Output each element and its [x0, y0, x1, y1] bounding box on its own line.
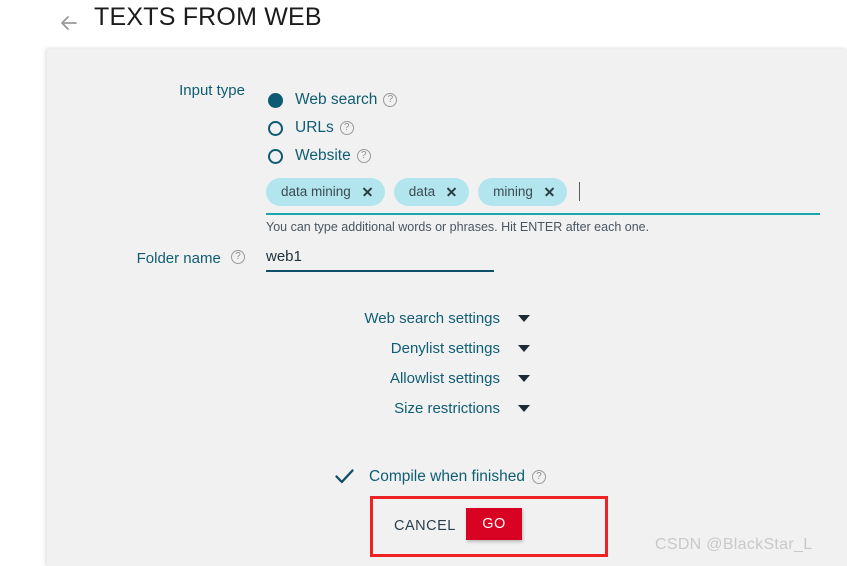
chevron-down-icon[interactable] [518, 374, 530, 382]
tags-hint-text: You can type additional words or phrases… [266, 219, 650, 234]
section-label: Denylist settings [390, 339, 500, 357]
radio-icon-selected [268, 92, 283, 108]
radio-icon-unselected [268, 120, 283, 136]
folder-name-input[interactable]: web1 [266, 246, 494, 272]
input-type-radio-group: Web search URLs Website [268, 86, 398, 170]
help-icon-web-search[interactable] [383, 93, 398, 107]
chevron-down-icon[interactable] [518, 344, 530, 352]
tag-chip-label: data mining [281, 184, 351, 199]
page-title: TEXTS FROM WEB [94, 3, 322, 31]
radio-label-website: Website [295, 147, 351, 164]
radio-label-web-search: Web search [295, 91, 378, 108]
app-header: TEXTS FROM WEB [0, 0, 847, 49]
radio-option-web-search[interactable]: Web search [268, 86, 398, 114]
tag-chip[interactable]: mining [478, 177, 567, 206]
tag-chip-label: mining [493, 184, 533, 199]
tag-chip[interactable]: data [393, 177, 470, 206]
settings-sections: Web search settings Denylist settings Al… [290, 303, 530, 423]
folder-input-underline [266, 270, 494, 272]
section-web-search-settings[interactable]: Web search settings [290, 303, 530, 333]
folder-name-label: Folder name [136, 250, 221, 267]
watermark-text: CSDN @BlackStar_L [655, 536, 813, 553]
folder-name-label-wrap: Folder name [120, 250, 245, 267]
help-icon-website[interactable] [356, 149, 371, 163]
checkmark-icon [334, 466, 355, 487]
help-icon-compile[interactable] [531, 469, 546, 484]
tags-input-underline [266, 213, 820, 215]
close-icon[interactable] [446, 186, 457, 197]
section-allowlist-settings[interactable]: Allowlist settings [290, 363, 530, 393]
search-terms-field[interactable]: data mining data mining You can type add… [266, 176, 820, 234]
tag-chip-list: data mining data mining [266, 176, 820, 207]
text-cursor [578, 182, 580, 201]
radio-label-urls: URLs [295, 119, 334, 136]
close-icon[interactable] [544, 186, 555, 197]
chevron-down-icon[interactable] [518, 314, 530, 322]
folder-name-value: web1 [266, 248, 302, 265]
tag-chip-label: data [408, 184, 436, 199]
radio-option-website[interactable]: Website [268, 142, 397, 170]
go-button[interactable]: GO [466, 508, 522, 540]
compile-when-finished-label: Compile when finished [369, 467, 525, 485]
section-label: Web search settings [364, 309, 500, 327]
tag-chip[interactable]: data mining [266, 177, 385, 206]
close-icon[interactable] [362, 186, 373, 197]
radio-option-urls[interactable]: URLs [268, 114, 397, 142]
help-icon-urls[interactable] [339, 121, 354, 135]
input-type-label: Input type [179, 82, 245, 99]
radio-icon-unselected [268, 148, 283, 164]
compile-when-finished-checkbox[interactable]: Compile when finished [334, 466, 546, 487]
chevron-down-icon[interactable] [518, 404, 530, 412]
back-arrow-icon[interactable] [57, 11, 81, 35]
section-denylist-settings[interactable]: Denylist settings [290, 333, 530, 363]
section-label: Allowlist settings [389, 369, 500, 387]
section-size-restrictions[interactable]: Size restrictions [290, 393, 530, 423]
section-label: Size restrictions [394, 399, 500, 417]
cancel-button[interactable]: CANCEL [384, 512, 466, 540]
help-icon-folder-name[interactable] [231, 250, 245, 264]
